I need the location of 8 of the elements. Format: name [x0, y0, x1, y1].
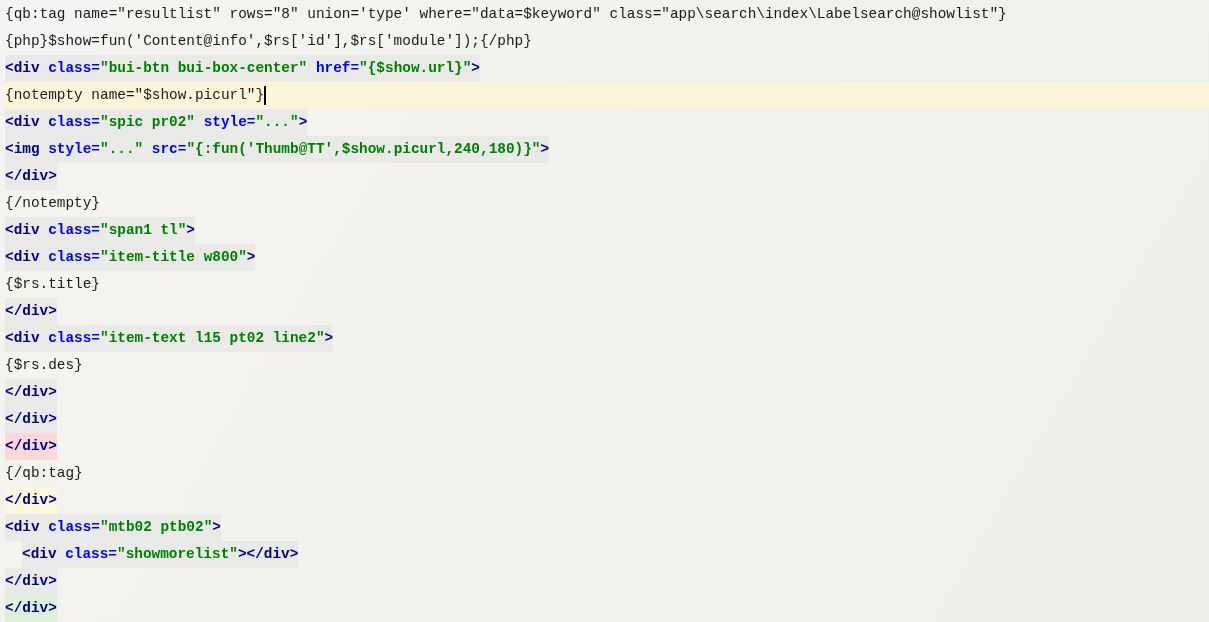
code-line: {qb:tag name="resultlist" rows="8" union='type' where="data=$keyword" class="app\search\index\Labelsearch@showlist"}: [5, 5, 1007, 24]
text-cursor: [264, 86, 267, 105]
code-line: {notempty name="$show.picurl"}: [5, 86, 265, 105]
code-line: {$rs.title}: [5, 275, 100, 294]
code-line: {php}$show=fun('Content@info',$rs['id'],$rs['module']);{/php}: [5, 32, 532, 51]
code-line: {$rs.des}: [5, 356, 83, 375]
code-line: {/qb:tag}: [5, 464, 83, 483]
code-line: {/notempty}: [5, 194, 100, 213]
